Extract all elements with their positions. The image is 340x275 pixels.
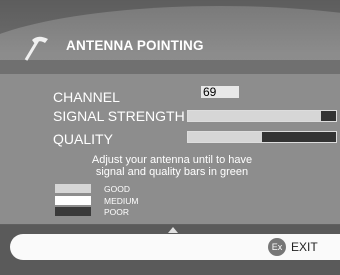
content-panel	[0, 74, 340, 224]
quality-fill	[188, 132, 262, 142]
signal-strength-label: SIGNAL STRENGTH	[53, 108, 185, 124]
page-title: ANTENNA POINTING	[66, 38, 204, 53]
antenna-tool-icon	[24, 36, 48, 61]
channel-label: CHANNEL	[53, 89, 120, 105]
legend-swatch-good	[55, 184, 91, 193]
hint-text: Adjust your antenna until to have signal…	[62, 154, 282, 178]
signal-strength-bar	[187, 110, 337, 122]
legend-label-medium: MEDIUM	[104, 196, 139, 206]
exit-label[interactable]: EXIT	[291, 240, 318, 254]
exit-button-icon[interactable]: Ex	[268, 238, 286, 256]
signal-strength-fill	[188, 111, 322, 121]
legend-label-good: GOOD	[104, 184, 130, 194]
hint-line-2: signal and quality bars in green	[95, 165, 249, 178]
hint-line-1: Adjust your antenna until to have	[91, 154, 253, 166]
quality-bar	[187, 131, 337, 143]
channel-value[interactable]: 69	[201, 86, 239, 98]
legend-swatch-medium	[55, 196, 91, 205]
legend-label-poor: POOR	[104, 207, 130, 217]
up-arrow-icon	[168, 227, 178, 233]
quality-label: QUALITY	[53, 131, 113, 147]
legend-swatch-poor	[55, 207, 91, 216]
antenna-pointing-screen: ANTENNA POINTING CHANNEL 69 SIGNAL STREN…	[0, 0, 340, 275]
